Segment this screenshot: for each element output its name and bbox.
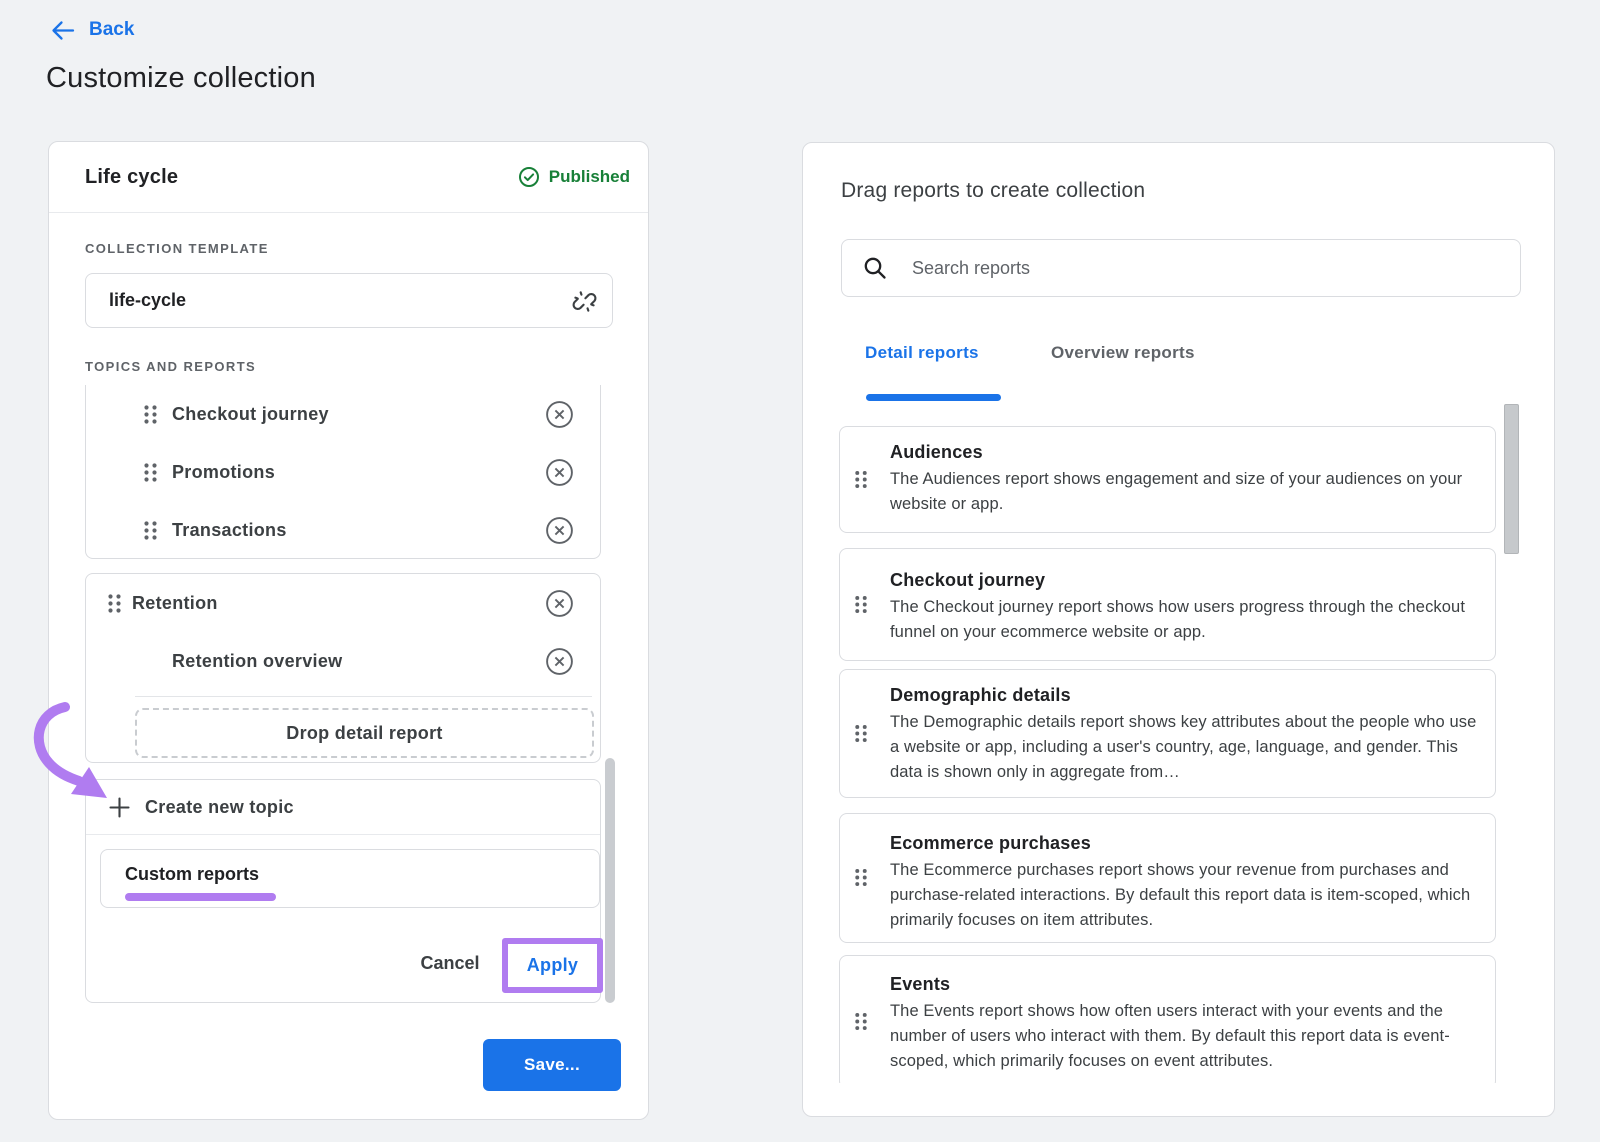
tab-overview-reports[interactable]: Overview reports: [1051, 343, 1195, 363]
status-badge: Published: [518, 166, 630, 188]
report-card-ecommerce-purchases[interactable]: Ecommerce purchases The Ecommerce purcha…: [839, 813, 1496, 943]
template-input[interactable]: [86, 274, 612, 327]
topic-row-retention[interactable]: Retention: [86, 574, 600, 632]
report-title: Demographic details: [890, 685, 1479, 706]
report-label: Promotions: [172, 462, 275, 483]
cancel-button[interactable]: Cancel: [404, 953, 496, 974]
picker-title: Drag reports to create collection: [841, 179, 1145, 203]
report-row-retention-overview[interactable]: Retention overview: [86, 632, 600, 690]
template-field: [85, 273, 613, 328]
drag-handle-icon[interactable]: [854, 469, 868, 495]
new-topic-name-input[interactable]: [101, 850, 599, 907]
remove-report-icon[interactable]: [545, 400, 574, 429]
create-new-topic-button[interactable]: Create new topic: [86, 780, 600, 835]
back-label: Back: [89, 19, 134, 41]
drag-handle-icon[interactable]: [854, 1011, 868, 1037]
plus-icon: [108, 796, 131, 819]
drag-handle-icon[interactable]: [143, 462, 158, 483]
report-title: Events: [890, 974, 1479, 995]
active-tab-indicator: [866, 394, 1001, 401]
report-card-events[interactable]: Events The Events report shows how often…: [839, 955, 1496, 1083]
search-field: [841, 239, 1521, 297]
report-description: The Events report shows how often users …: [890, 999, 1479, 1074]
remove-topic-icon[interactable]: [545, 589, 574, 618]
report-card-checkout-journey[interactable]: Checkout journey The Checkout journey re…: [839, 548, 1496, 661]
report-list-scrollbar[interactable]: [1504, 404, 1519, 554]
search-icon: [862, 255, 888, 281]
report-card-demographic-details[interactable]: Demographic details The Demographic deta…: [839, 669, 1496, 798]
report-title: Ecommerce purchases: [890, 833, 1479, 854]
report-card-audiences[interactable]: Audiences The Audiences report shows eng…: [839, 426, 1496, 533]
remove-report-icon[interactable]: [545, 647, 574, 676]
report-description: The Demographic details report shows key…: [890, 710, 1479, 785]
check-circle-icon: [518, 166, 540, 188]
unlink-icon[interactable]: [571, 288, 598, 320]
drag-handle-icon[interactable]: [143, 404, 158, 425]
collection-header: Life cycle Published: [49, 142, 648, 213]
drag-handle-icon[interactable]: [143, 520, 158, 541]
topics-section-label: TOPICS AND REPORTS: [85, 359, 256, 374]
dropzone-label: Drop detail report: [286, 723, 442, 744]
report-list: Audiences The Audiences report shows eng…: [803, 404, 1556, 1083]
report-title: Audiences: [890, 442, 1479, 463]
drag-handle-icon[interactable]: [854, 723, 868, 749]
remove-report-icon[interactable]: [545, 458, 574, 487]
template-section-label: COLLECTION TEMPLATE: [85, 241, 269, 256]
topic-label: Retention: [132, 593, 218, 614]
report-row-transactions[interactable]: Transactions: [86, 501, 600, 559]
status-label: Published: [549, 167, 630, 187]
topic-group-retention: Retention Retention overview Drop detail…: [85, 573, 601, 763]
drag-handle-icon[interactable]: [107, 593, 122, 614]
tab-detail-reports[interactable]: Detail reports: [865, 343, 979, 363]
report-picker-panel: Drag reports to create collection Detail…: [802, 142, 1555, 1117]
report-label: Checkout journey: [172, 404, 329, 425]
search-input[interactable]: [912, 240, 1520, 296]
new-topic-name-field: [100, 849, 600, 908]
report-label: Transactions: [172, 520, 287, 541]
collection-name: Life cycle: [85, 166, 178, 189]
back-button[interactable]: Back: [50, 19, 134, 41]
report-description: The Ecommerce purchases report shows you…: [890, 858, 1479, 933]
save-button[interactable]: Save...: [483, 1039, 621, 1091]
report-row-checkout-journey[interactable]: Checkout journey: [86, 385, 600, 443]
annotation-purple-box: Apply: [502, 938, 603, 993]
drag-handle-icon[interactable]: [854, 594, 868, 620]
page-title: Customize collection: [46, 62, 316, 95]
create-topic-panel: Create new topic Cancel Apply: [85, 779, 601, 1003]
report-description: The Checkout journey report shows how us…: [890, 595, 1479, 645]
apply-button[interactable]: Apply: [527, 955, 579, 976]
report-title: Checkout journey: [890, 570, 1479, 591]
topic-group-scrolled: Checkout journey Promotions Transactions: [85, 385, 601, 559]
collection-editor-panel: Life cycle Published COLLECTION TEMPLATE…: [48, 141, 649, 1120]
report-description: The Audiences report shows engagement an…: [890, 467, 1479, 517]
report-label: Retention overview: [172, 651, 342, 672]
remove-report-icon[interactable]: [545, 516, 574, 545]
report-row-promotions[interactable]: Promotions: [86, 443, 600, 501]
back-arrow-icon: [50, 20, 75, 41]
create-topic-label: Create new topic: [145, 797, 294, 818]
divider: [135, 696, 592, 697]
left-panel-scrollbar[interactable]: [605, 758, 615, 1003]
drop-detail-report-zone[interactable]: Drop detail report: [135, 708, 594, 758]
drag-handle-icon[interactable]: [854, 867, 868, 893]
